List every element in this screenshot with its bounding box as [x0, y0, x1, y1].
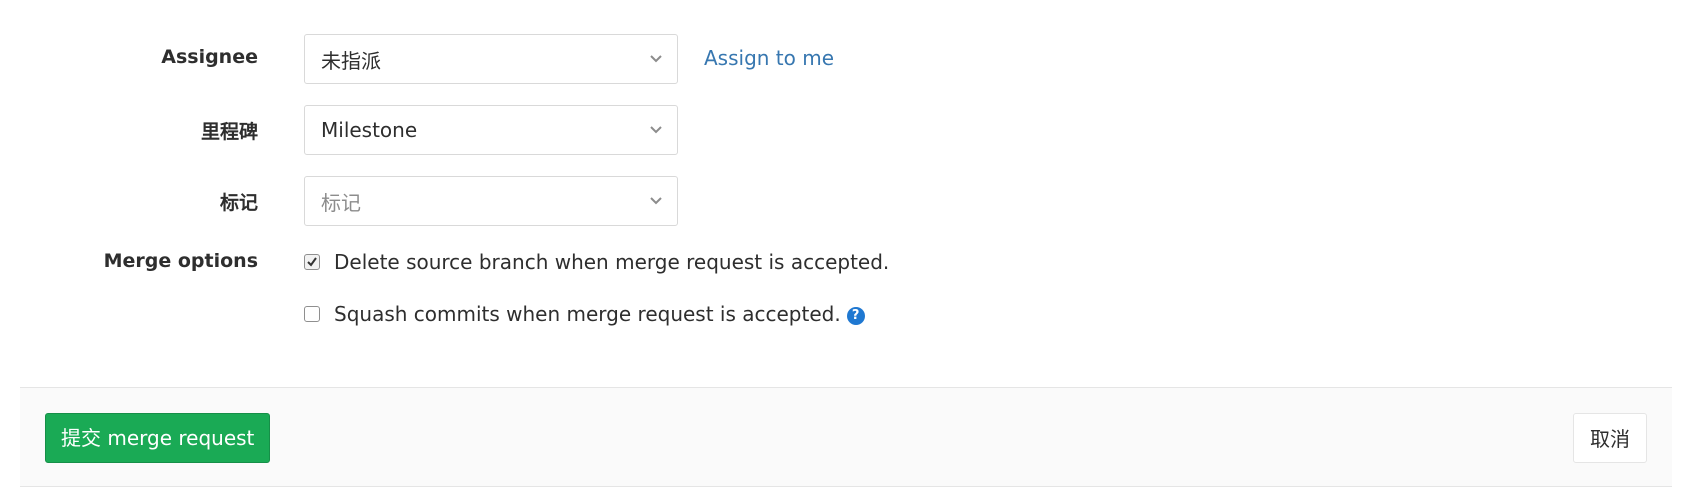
question-circle-icon[interactable]: ?	[846, 307, 865, 325]
chevron-down-icon	[650, 55, 662, 63]
assignee-select-value: 未指派	[321, 48, 381, 73]
assignee-row: Assignee 未指派 Assign to me	[0, 34, 1685, 84]
milestone-label: 里程碑	[200, 121, 258, 143]
delete-source-branch-text: Delete source branch when merge request …	[334, 250, 890, 274]
submit-merge-request-button[interactable]: 提交 merge request	[45, 413, 271, 463]
form-actions: 提交 merge request 取消	[20, 387, 1672, 487]
merge-options-label: Merge options	[103, 250, 258, 272]
assign-to-me-link[interactable]: Assign to me	[704, 46, 834, 70]
milestone-select[interactable]: Milestone	[304, 105, 678, 155]
chevron-down-icon	[650, 126, 662, 134]
labels-select[interactable]: 标记	[304, 176, 678, 226]
cancel-button[interactable]: 取消	[1573, 413, 1647, 463]
squash-commits-row: Squash commits when merge request is acc…	[334, 302, 865, 326]
merge-options-row: Merge options Delete source branch when …	[0, 250, 1685, 340]
squash-commits-text: Squash commits when merge request is acc…	[334, 302, 841, 326]
assignee-select[interactable]: 未指派	[304, 34, 678, 84]
chevron-down-icon	[650, 197, 662, 205]
labels-label: 标记	[219, 192, 258, 214]
assignee-label: Assignee	[161, 46, 258, 68]
checkmark-icon	[307, 257, 317, 267]
delete-source-branch-checkbox[interactable]	[304, 254, 320, 270]
labels-select-placeholder: 标记	[321, 190, 361, 215]
milestone-select-value: Milestone	[321, 118, 418, 142]
squash-commits-checkbox[interactable]	[304, 306, 320, 322]
milestone-row: 里程碑 Milestone	[0, 105, 1685, 155]
labels-row: 标记 标记	[0, 176, 1685, 226]
